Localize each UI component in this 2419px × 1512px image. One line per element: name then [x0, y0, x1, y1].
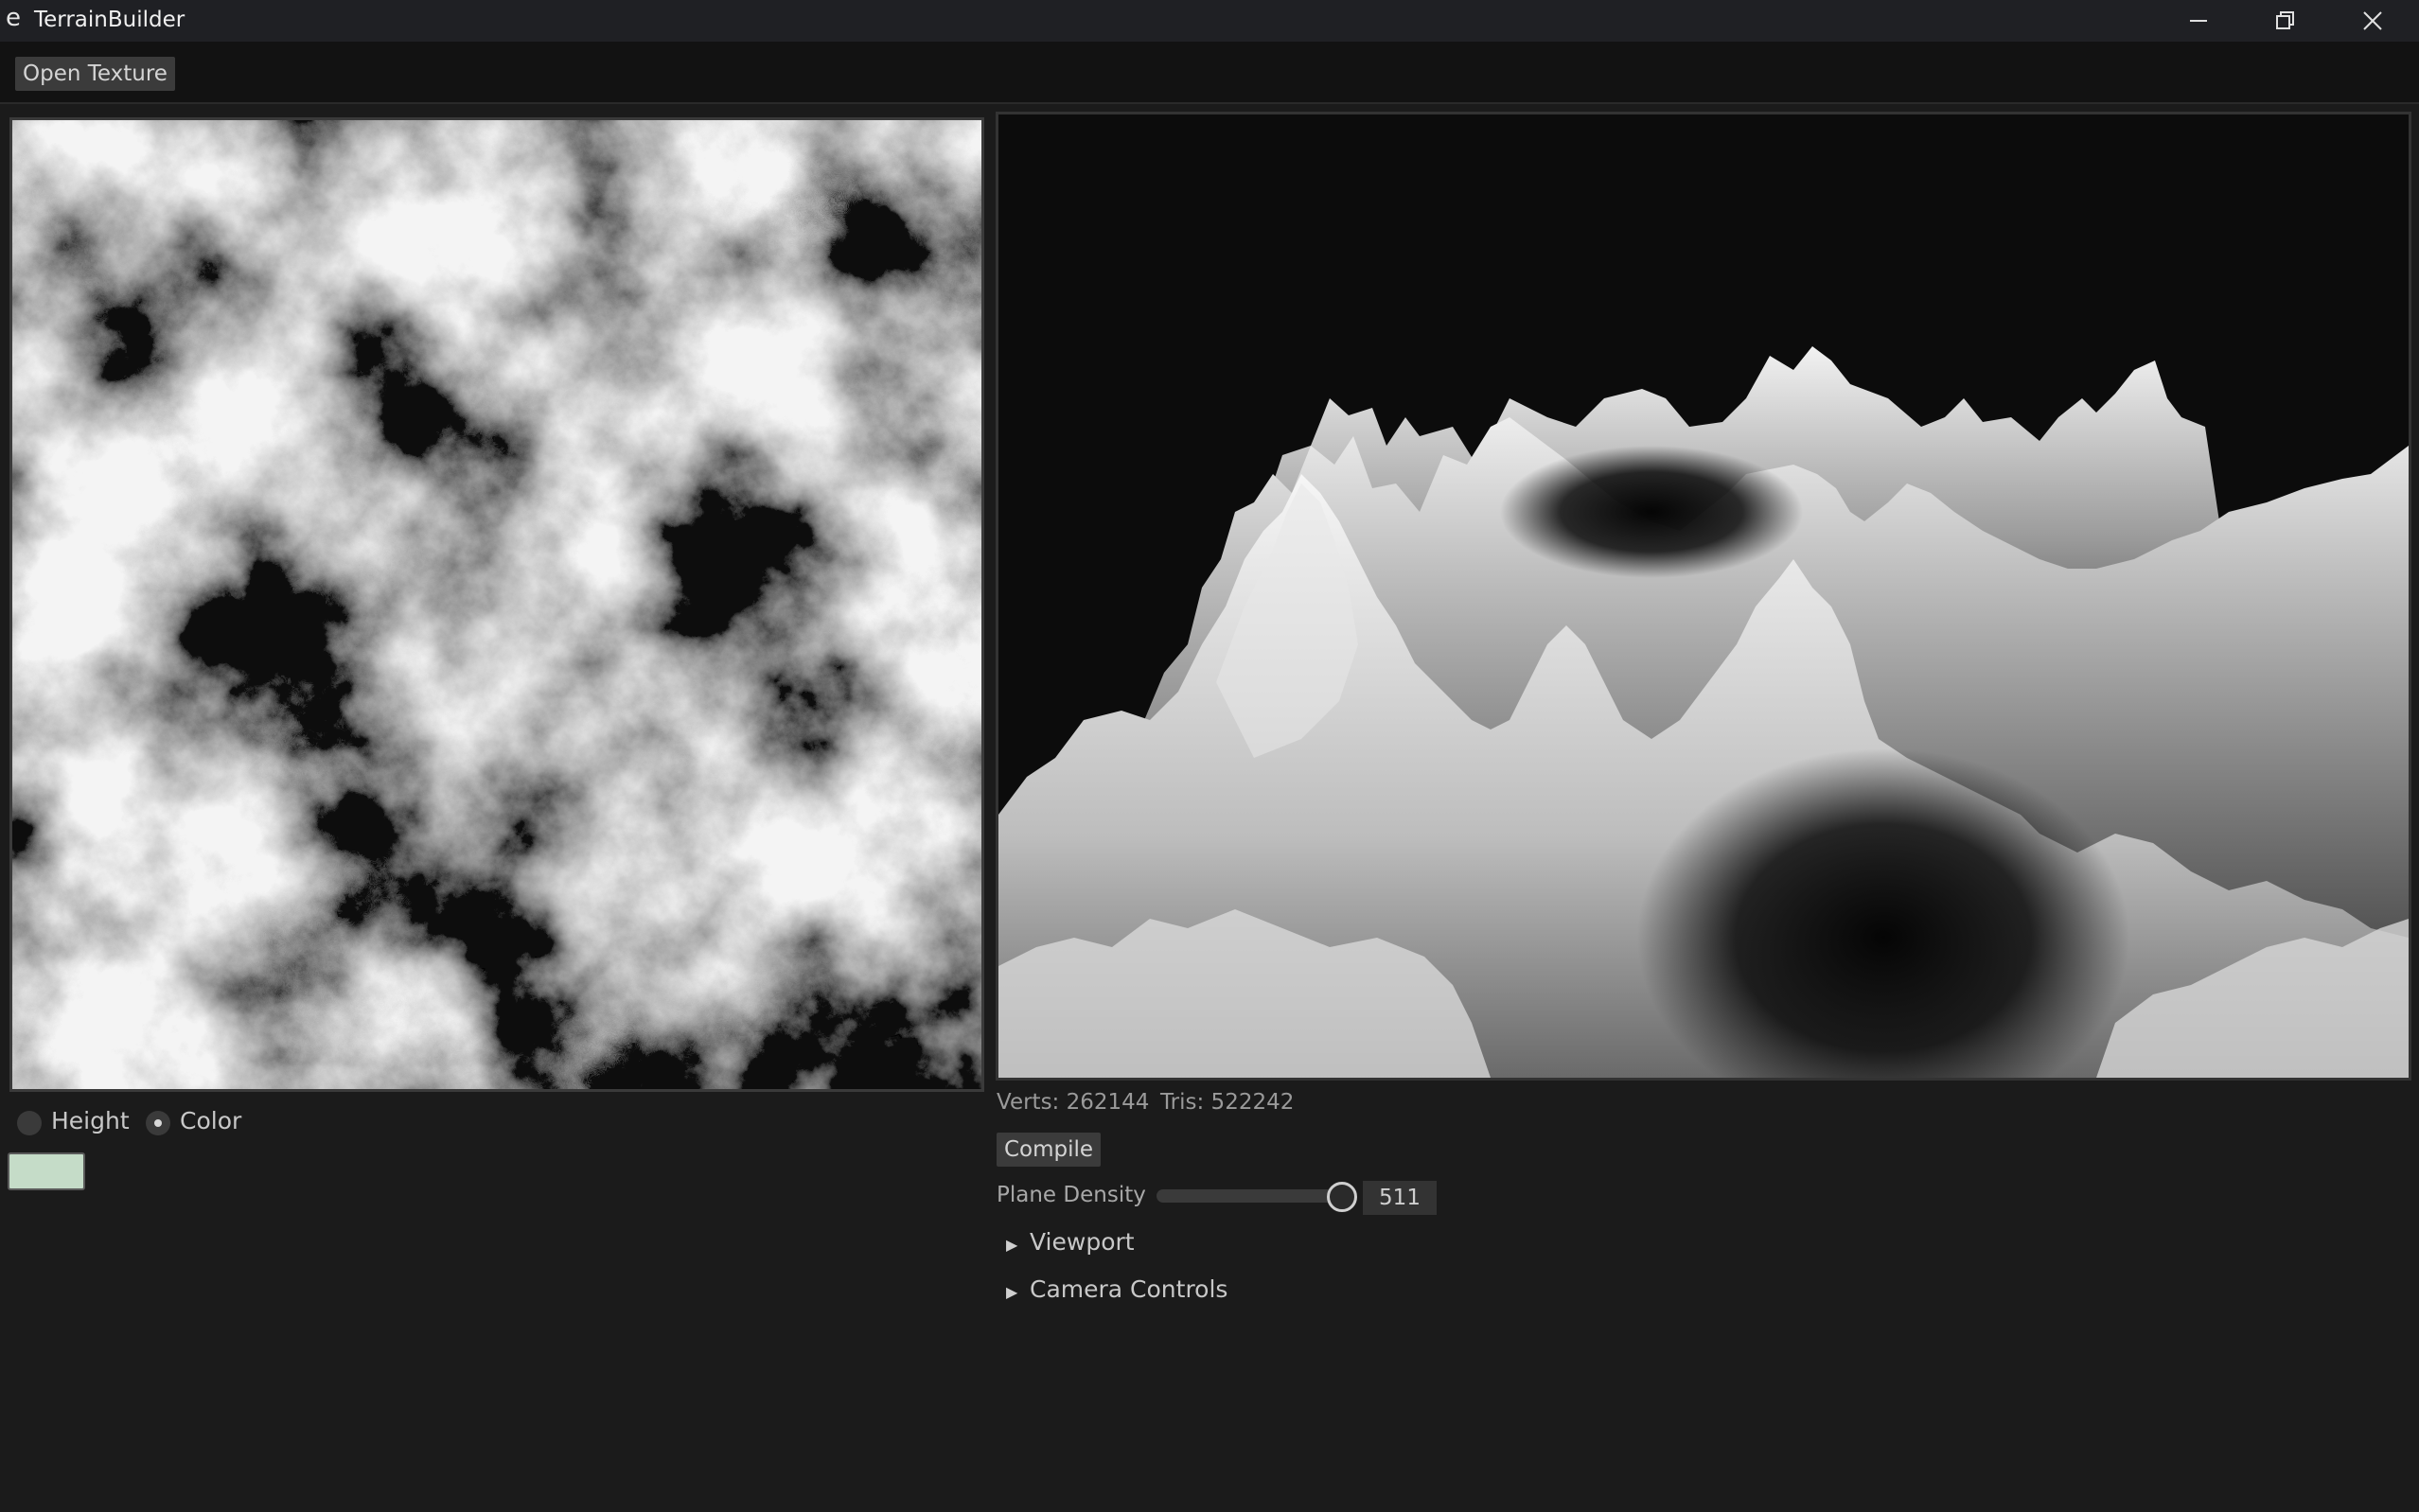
compile-button[interactable]: Compile [997, 1133, 1102, 1167]
height-radio[interactable] [17, 1111, 42, 1135]
plane-density-label: Plane Density [997, 1183, 1146, 1207]
color-swatch[interactable] [8, 1152, 85, 1190]
heightmap-image [12, 120, 981, 1089]
minimize-button[interactable] [2156, 0, 2241, 42]
open-texture-button[interactable]: Open Texture [15, 57, 175, 91]
close-button[interactable] [2330, 0, 2415, 42]
tris-count: Tris: 522242 [1160, 1090, 1295, 1115]
plane-density-slider-handle[interactable] [1327, 1182, 1358, 1212]
color-radio[interactable] [146, 1111, 170, 1135]
viewport-section-header[interactable]: Viewport [1030, 1228, 1135, 1256]
plane-density-slider[interactable] [1157, 1189, 1342, 1203]
camera-controls-section-header[interactable]: Camera Controls [1030, 1275, 1227, 1303]
window-title: TerrainBuilder [34, 8, 185, 32]
texture-preview[interactable] [9, 117, 984, 1092]
terrain-viewport[interactable] [996, 112, 2411, 1081]
close-icon [2363, 11, 2382, 30]
toolbar: Open Texture [0, 42, 2419, 104]
restore-icon [2276, 11, 2294, 29]
minimize-icon [2190, 20, 2207, 22]
terrain-render [998, 346, 2409, 1078]
height-radio-label: Height [51, 1107, 130, 1134]
app-icon: e [6, 4, 21, 32]
camera-controls-expand-icon[interactable]: ▶ [1006, 1283, 1017, 1301]
viewport-expand-icon[interactable]: ▶ [1006, 1236, 1017, 1254]
restore-button[interactable] [2243, 0, 2328, 42]
verts-count: Verts: 262144 [997, 1090, 1150, 1115]
color-radio-label: Color [180, 1107, 242, 1134]
radio-selected-dot [154, 1119, 162, 1127]
title-bar: e TerrainBuilder [0, 0, 2419, 42]
plane-density-value[interactable]: 511 [1363, 1181, 1437, 1215]
